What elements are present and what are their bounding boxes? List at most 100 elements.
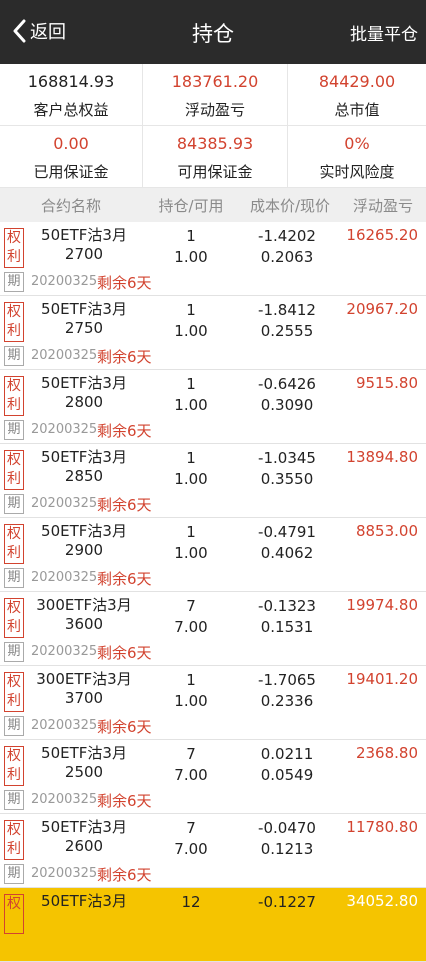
option-type-badge: 权利 (4, 820, 24, 860)
contract-name-line: 50ETF沽3月 (41, 818, 127, 836)
period-badge: 期 (4, 420, 24, 440)
badge-char: 利 (7, 841, 21, 857)
floating-pnl: 20967.20 (346, 300, 418, 318)
cost-price: -1.4202 (258, 227, 316, 245)
badge-char: 权 (7, 230, 21, 246)
expiry-date: 20200325 (31, 496, 98, 511)
current-price: 0.2555 (260, 322, 314, 340)
contract-name: 50ETF沽3月 2900 (30, 522, 138, 560)
position-quantity: 1 1.00 (150, 300, 232, 342)
position-held: 1 (186, 449, 196, 467)
contract-strike: 3700 (64, 689, 104, 707)
price-cell: -0.0470 0.1213 (244, 818, 330, 860)
top-bar: 返回 持仓 批量平仓 (0, 0, 426, 64)
price-cell: -1.0345 0.3550 (244, 448, 330, 490)
days-remaining: 剩余6天 (97, 274, 152, 292)
option-type-badge: 权利 (4, 376, 24, 416)
position-quantity: 1 1.00 (150, 448, 232, 490)
contract-name-line: 50ETF沽3月 (41, 374, 127, 392)
period-badge: 期 (4, 494, 24, 514)
option-type-badge: 权利 (4, 672, 24, 712)
contract-name: 50ETF沽3月 2800 (30, 374, 138, 412)
positions-list: 权利期 50ETF沽3月 2700 20200325 剩余6天 1 1.00 -1.4202 0… (0, 222, 426, 962)
cost-price: -1.0345 (258, 449, 316, 467)
floating-pnl: 19974.80 (346, 596, 418, 614)
current-price: 0.1213 (260, 840, 314, 858)
position-available: 1.00 (174, 248, 208, 266)
badge-char: 权 (7, 526, 21, 542)
contract-strike: 2500 (64, 763, 104, 781)
position-quantity: 7 7.00 (150, 818, 232, 860)
current-price: 0.2063 (260, 248, 314, 266)
account-summary: 168814.93 客户总权益 183761.20 浮动盈亏 84429.00 … (0, 64, 426, 188)
summary-label: 可用保证金 (177, 163, 253, 181)
badge-char: 利 (7, 619, 21, 635)
position-available: 1.00 (174, 692, 208, 710)
table-row[interactable]: 权利期 300ETF沽3月 3600 20200325 剩余6天 7 7.00 -0.1323… (0, 592, 426, 666)
table-row[interactable]: 权利期 50ETF沽3月 2850 20200325 剩余6天 1 1.00 -1.0345 0… (0, 444, 426, 518)
summary-label: 已用保证金 (33, 163, 109, 181)
badge-char: 权 (7, 748, 21, 764)
badge-char: 权 (7, 304, 21, 320)
table-row[interactable]: 权 50ETF沽3月 12 -0.1227 34052.80 (0, 888, 426, 962)
current-price: 0.1531 (260, 618, 314, 636)
table-row[interactable]: 权利期 50ETF沽3月 2600 20200325 剩余6天 7 7.00 -0.0470 0… (0, 814, 426, 888)
floating-pnl: 2368.80 (355, 744, 418, 762)
summary-value: 84385.93 (176, 134, 254, 153)
floating-pnl: 8853.00 (355, 522, 418, 540)
summary-floating-pnl: 183761.20 浮动盈亏 (143, 64, 288, 126)
option-type-badge: 权利 (4, 746, 24, 786)
summary-value: 183761.20 (171, 72, 259, 91)
summary-label: 浮动盈亏 (184, 101, 245, 119)
summary-value: 0.00 (53, 134, 89, 153)
period-badge: 期 (4, 568, 24, 588)
expiry-date: 20200325 (31, 348, 98, 363)
column-header-position: 持仓/可用 (158, 196, 224, 215)
table-row[interactable]: 权利期 50ETF沽3月 2800 20200325 剩余6天 1 1.00 -0.6426 0… (0, 370, 426, 444)
contract-strike: 2900 (64, 541, 104, 559)
days-remaining: 剩余6天 (97, 422, 152, 440)
days-remaining: 剩余6天 (97, 496, 152, 514)
position-available: 7.00 (174, 766, 208, 784)
summary-risk-level: 0% 实时风险度 (288, 126, 426, 188)
table-row[interactable]: 权利期 50ETF沽3月 2500 20200325 剩余6天 7 7.00 0.0211 0.… (0, 740, 426, 814)
option-type-badge: 权利 (4, 598, 24, 638)
price-cell: 0.0211 0.0549 (244, 744, 330, 786)
floating-pnl: 16265.20 (346, 226, 418, 244)
table-row[interactable]: 权利期 300ETF沽3月 3700 20200325 剩余6天 1 1.00 -1.7065… (0, 666, 426, 740)
column-header-contract: 合约名称 (40, 196, 101, 215)
price-cell: -1.8412 0.2555 (244, 300, 330, 342)
table-row[interactable]: 权利期 50ETF沽3月 2700 20200325 剩余6天 1 1.00 -1.4202 0… (0, 222, 426, 296)
contract-strike: 2800 (64, 393, 104, 411)
contract-strike: 2600 (64, 837, 104, 855)
current-price: 0.4062 (260, 544, 314, 562)
table-row[interactable]: 权利期 50ETF沽3月 2750 20200325 剩余6天 1 1.00 -1.8412 0… (0, 296, 426, 370)
position-available: 7.00 (174, 840, 208, 858)
contract-strike: 2850 (64, 467, 104, 485)
badge-char: 权 (7, 378, 21, 394)
option-type-badge: 权利 (4, 524, 24, 564)
period-badge: 期 (4, 716, 24, 736)
summary-total-equity: 168814.93 客户总权益 (0, 64, 143, 126)
contract-name: 50ETF沽3月 2750 (30, 300, 138, 338)
contract-name: 300ETF沽3月 3600 (30, 596, 138, 634)
position-held: 7 (186, 819, 196, 837)
position-quantity: 7 7.00 (150, 596, 232, 638)
batch-close-button[interactable]: 批量平仓 (350, 20, 418, 45)
table-row[interactable]: 权利期 50ETF沽3月 2900 20200325 剩余6天 1 1.00 -0.4791 0… (0, 518, 426, 592)
expiry-date: 20200325 (31, 792, 98, 807)
contract-strike: 2700 (64, 245, 104, 263)
badge-char: 权 (7, 822, 21, 838)
contract-name-line: 50ETF沽3月 (41, 892, 127, 910)
summary-label: 客户总权益 (33, 101, 109, 119)
expiry-date: 20200325 (31, 866, 98, 881)
contract-name: 50ETF沽3月 2500 (30, 744, 138, 782)
period-badge: 期 (4, 272, 24, 292)
option-type-badge: 权利 (4, 302, 24, 342)
days-remaining: 剩余6天 (97, 866, 152, 884)
position-quantity: 1 1.00 (150, 522, 232, 564)
contract-name-line: 50ETF沽3月 (41, 448, 127, 466)
badge-char: 权 (7, 600, 21, 616)
summary-available-margin: 84385.93 可用保证金 (143, 126, 288, 188)
badge-char: 利 (7, 323, 21, 339)
